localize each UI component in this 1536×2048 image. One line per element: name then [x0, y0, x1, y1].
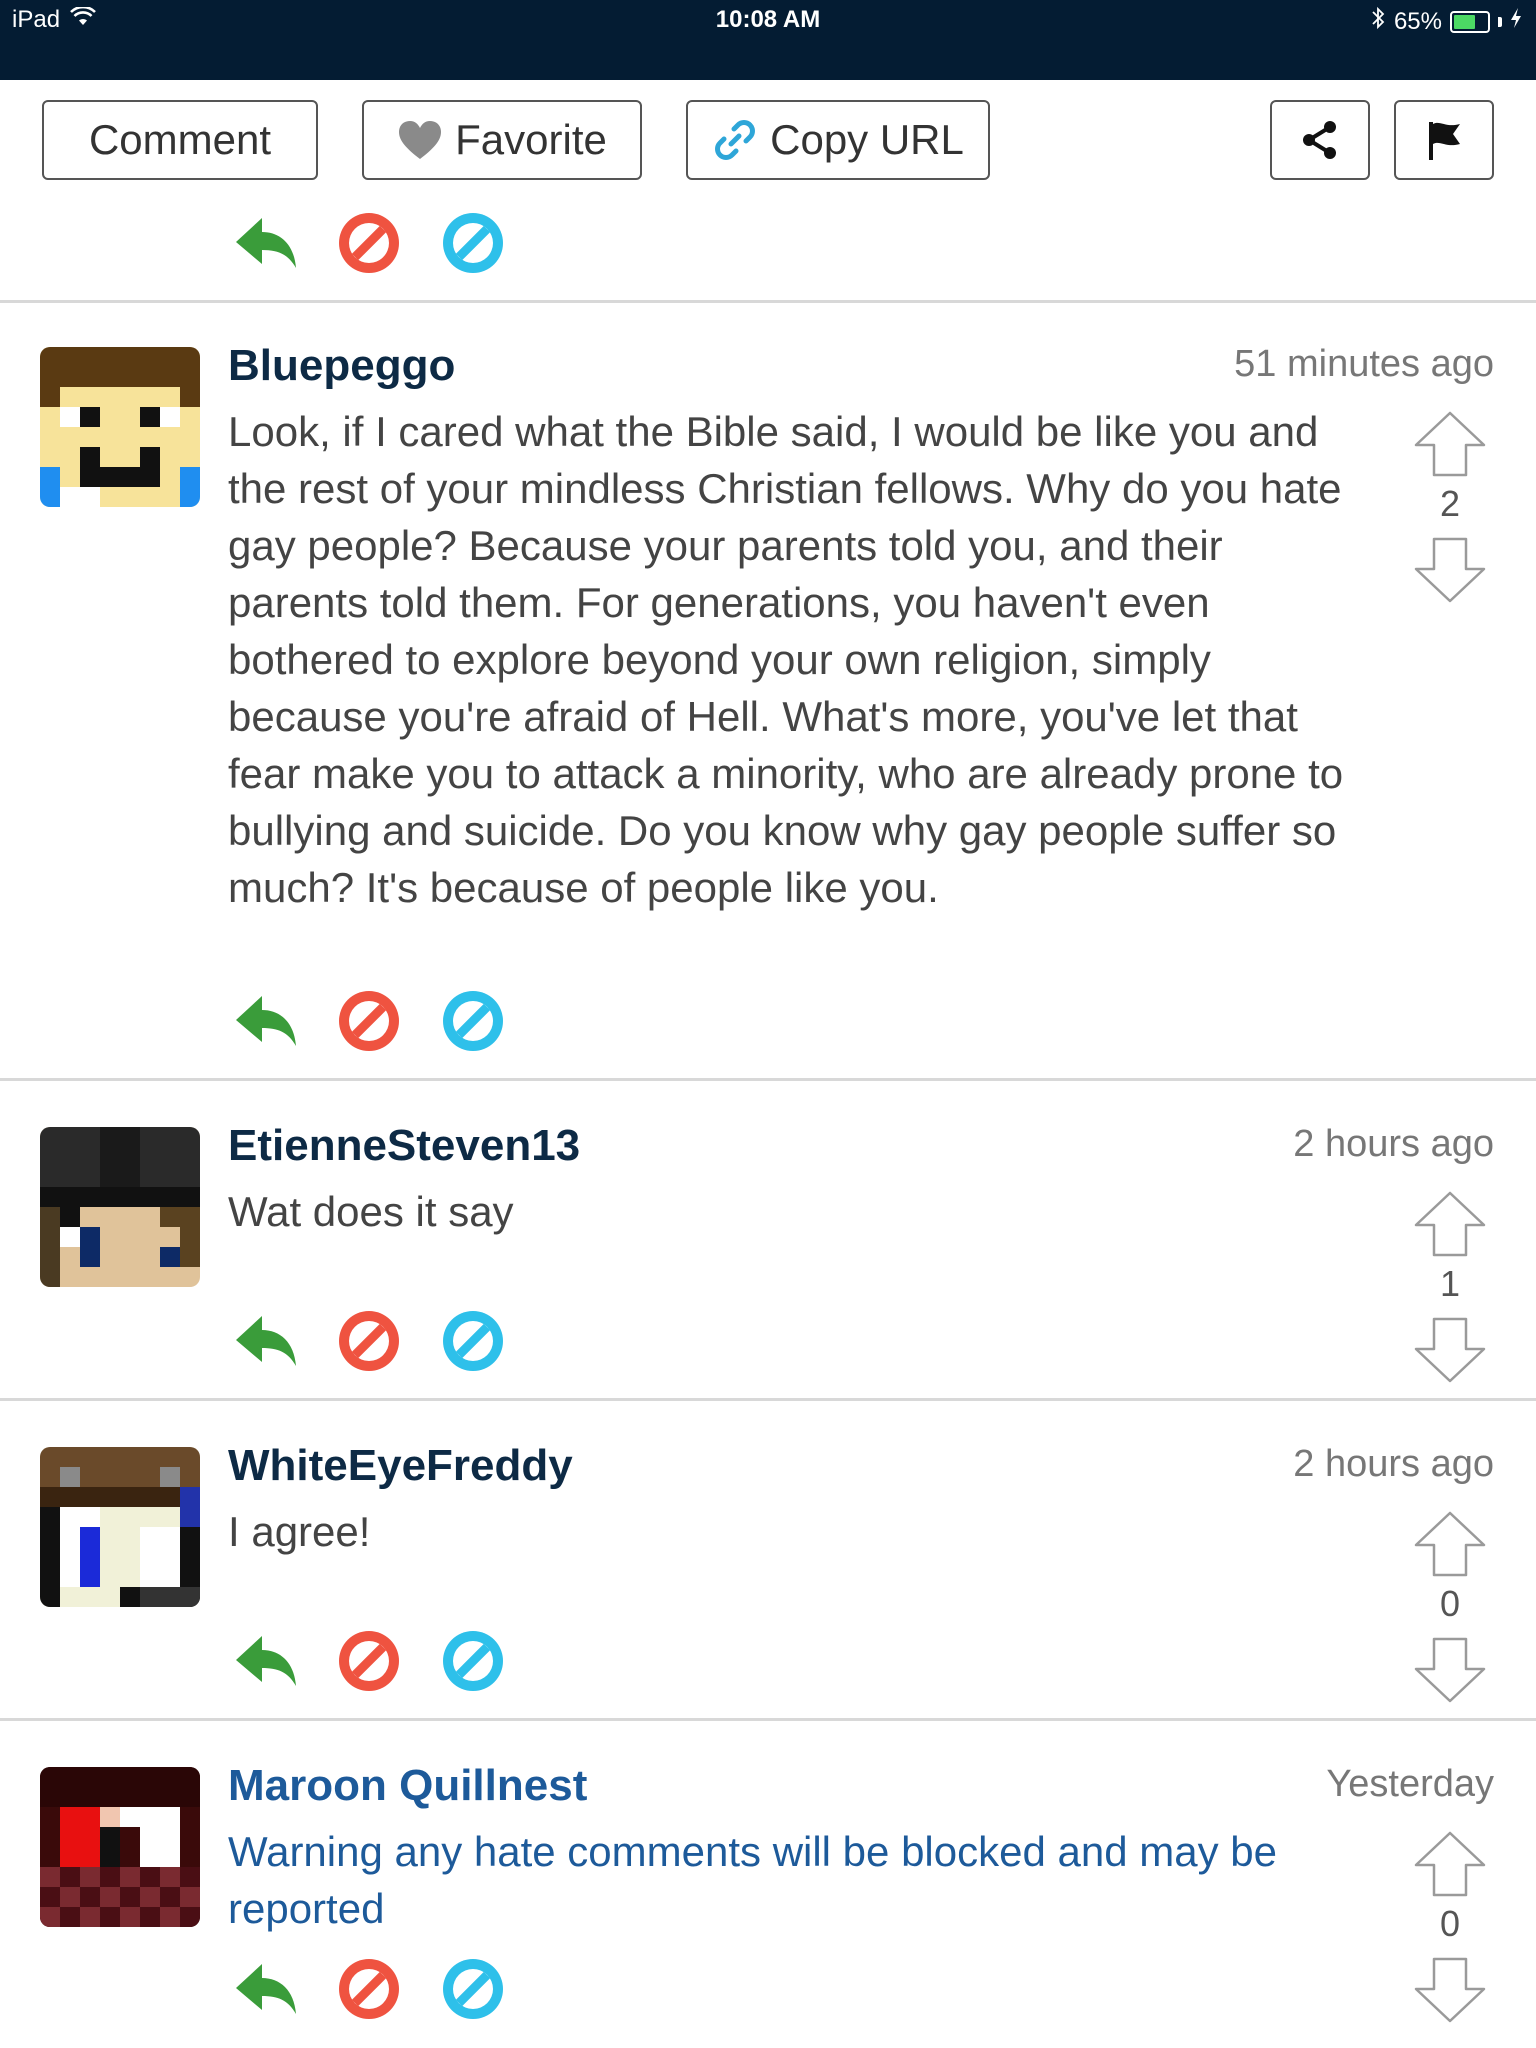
vote-control: 0: [1412, 1829, 1488, 2025]
vote-count: 2: [1439, 483, 1461, 524]
reply-arrow-icon[interactable]: [230, 208, 300, 278]
favorite-button-label: Favorite: [455, 116, 607, 163]
block-icon[interactable]: [334, 1626, 404, 1696]
downvote-arrow-icon[interactable]: [1412, 1635, 1488, 1705]
share-icon: [1298, 118, 1342, 162]
battery-icon: [1450, 10, 1490, 33]
link-icon: [712, 117, 758, 163]
comment-text: Warning any hate comments will be blocke…: [228, 1828, 1277, 1932]
block-icon[interactable]: [334, 986, 404, 1056]
upvote-arrow-icon[interactable]: [1412, 409, 1488, 479]
downvote-arrow-icon[interactable]: [1412, 1955, 1488, 2025]
comment-actions: [230, 1306, 508, 1376]
ignore-icon[interactable]: [438, 1306, 508, 1376]
comment-actions: [230, 1626, 508, 1696]
toolbar: Comment Favorite Copy URL: [0, 80, 1536, 200]
block-icon[interactable]: [334, 1306, 404, 1376]
favorite-button[interactable]: Favorite: [362, 100, 642, 180]
upvote-arrow-icon[interactable]: [1412, 1509, 1488, 1579]
avatar[interactable]: [40, 1127, 200, 1287]
heart-icon: [397, 119, 443, 161]
reply-arrow-icon[interactable]: [230, 986, 300, 1056]
comment-actions: [230, 208, 508, 278]
avatar[interactable]: [40, 1447, 200, 1607]
block-icon[interactable]: [334, 1954, 404, 2024]
comment-text: I agree!: [228, 1508, 371, 1555]
comment-button-label: Comment: [88, 116, 272, 163]
comment-actions: [230, 1954, 508, 2024]
avatar[interactable]: [40, 347, 200, 507]
upvote-arrow-icon[interactable]: [1412, 1189, 1488, 1259]
comment-timestamp: 2 hours ago: [1293, 1443, 1494, 1485]
downvote-arrow-icon[interactable]: [1412, 1315, 1488, 1385]
ignore-icon[interactable]: [438, 1626, 508, 1696]
share-button[interactable]: [1270, 100, 1370, 180]
flag-button[interactable]: [1394, 100, 1494, 180]
status-time: 10:08 AM: [715, 6, 821, 33]
divider: [0, 1398, 1536, 1401]
comment-username[interactable]: WhiteEyeFreddy: [228, 1441, 573, 1491]
comment-username[interactable]: Bluepeggo: [228, 341, 455, 391]
divider: [0, 1718, 1536, 1721]
downvote-arrow-icon[interactable]: [1412, 535, 1488, 605]
battery-percent: 65%: [1393, 7, 1442, 35]
comment-timestamp: 51 minutes ago: [1234, 343, 1494, 385]
comment-button[interactable]: Comment: [42, 100, 318, 180]
reply-arrow-icon[interactable]: [230, 1954, 300, 2024]
ignore-icon[interactable]: [438, 208, 508, 278]
ignore-icon[interactable]: [438, 986, 508, 1056]
comment-username[interactable]: Maroon Quillnest: [228, 1761, 587, 1811]
comment-text: Look, if I cared what the Bible said, I …: [228, 408, 1344, 911]
charging-icon: [1510, 7, 1522, 36]
vote-control: 0: [1412, 1509, 1488, 1705]
flag-icon: [1422, 118, 1466, 162]
vote-count: 1: [1439, 1263, 1461, 1304]
comment-timestamp: Yesterday: [1326, 1763, 1494, 1805]
upvote-arrow-icon[interactable]: [1412, 1829, 1488, 1899]
battery-level: [1454, 14, 1475, 29]
vote-count: 0: [1439, 1903, 1461, 1944]
block-icon[interactable]: [334, 208, 404, 278]
battery-nub: [1498, 16, 1502, 27]
copy-url-button-label: Copy URL: [770, 116, 964, 163]
reply-arrow-icon[interactable]: [230, 1626, 300, 1696]
reply-arrow-icon[interactable]: [230, 1306, 300, 1376]
divider: [0, 300, 1536, 303]
copy-url-button[interactable]: Copy URL: [686, 100, 990, 180]
comment-timestamp: 2 hours ago: [1293, 1123, 1494, 1165]
bluetooth-icon: [1370, 6, 1386, 37]
vote-control: 1: [1412, 1189, 1488, 1385]
comment-username[interactable]: EtienneSteven13: [228, 1121, 580, 1171]
status-bar: iPad 10:08 AM 65%: [0, 0, 1536, 80]
vote-count: 0: [1439, 1583, 1461, 1624]
divider: [0, 1078, 1536, 1081]
avatar[interactable]: [40, 1767, 200, 1927]
vote-control: 2: [1412, 409, 1488, 605]
comment-actions: [230, 986, 508, 1056]
comment-text: Wat does it say: [228, 1188, 514, 1235]
ignore-icon[interactable]: [438, 1954, 508, 2024]
status-right: 65%: [1370, 6, 1522, 37]
